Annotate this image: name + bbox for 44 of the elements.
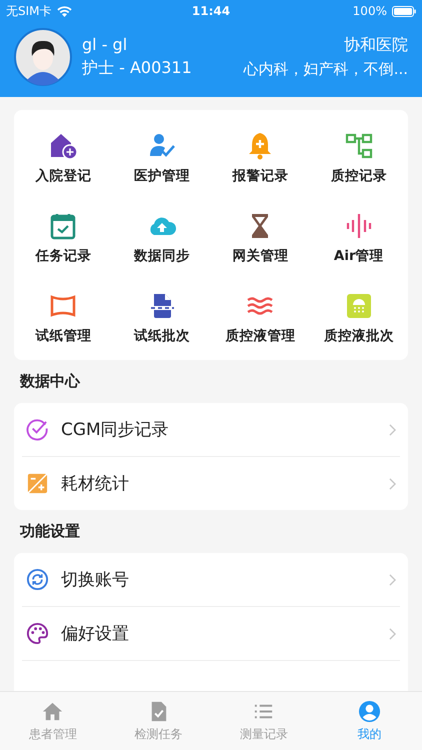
user-role: 护士 - A00311 — [82, 58, 192, 79]
carrier-text: 无SIM卡 — [6, 2, 52, 20]
shortcut-item[interactable]: 任务记录 — [14, 198, 112, 278]
battery-text: 100% — [352, 4, 387, 18]
section-title: 功能设置 — [18, 521, 81, 542]
menu-label: 耗材统计 — [61, 473, 129, 495]
shortcut-item[interactable]: 质控液管理 — [211, 278, 310, 358]
shortcut-item[interactable]: 质控记录 — [310, 118, 408, 198]
shortcut-item[interactable]: 质控液批次 — [310, 278, 408, 358]
shortcut-item[interactable]: 数据同步 — [112, 198, 211, 278]
chevron-right-icon — [389, 478, 396, 490]
shortcut-item[interactable]: 医护管理 — [112, 118, 211, 198]
chevron-right-icon — [389, 574, 396, 586]
shortcut-item[interactable]: 入院登记 — [14, 118, 112, 198]
hospital-name: 协和医院 — [344, 35, 408, 56]
menu-item[interactable]: 偏好设置 — [22, 607, 400, 661]
plus-square-icon — [26, 472, 49, 495]
avatar-icon — [14, 28, 72, 86]
chevron-right-icon — [389, 628, 396, 640]
shortcut-item[interactable]: Air管理 — [310, 198, 408, 278]
shortcut-item[interactable]: 网关管理 — [211, 198, 310, 278]
wifi-icon — [56, 6, 72, 16]
house-plus-icon — [48, 131, 78, 161]
clock-text: 11:44 — [192, 4, 230, 18]
menu-item[interactable]: CGM同步记录 — [22, 403, 400, 457]
section-title: 数据中心 — [18, 371, 82, 392]
department-list: 心内科，妇产科，不倒... — [244, 60, 408, 79]
shortcut-item[interactable]: 报警记录 — [211, 118, 310, 198]
menu-label: 切换账号 — [61, 569, 129, 591]
check-circle-icon — [26, 418, 49, 441]
menu-label: 偏好设置 — [61, 623, 129, 645]
chevron-right-icon — [389, 424, 396, 436]
sync-icon — [26, 568, 49, 591]
shortcut-item[interactable]: 试纸批次 — [112, 278, 211, 358]
user-name: gl - gl — [82, 35, 128, 54]
user-icon — [358, 700, 381, 722]
calendar-check-icon — [48, 211, 78, 241]
menu-label: CGM同步记录 — [61, 419, 169, 441]
palette-icon — [26, 622, 49, 645]
menu-item[interactable]: 切换账号 — [22, 553, 400, 607]
battery-icon — [392, 6, 416, 16]
shortcut-item[interactable]: 试纸管理 — [14, 278, 112, 358]
menu-item[interactable]: 耗材统计 — [22, 457, 400, 510]
flowchart-icon — [344, 131, 374, 161]
